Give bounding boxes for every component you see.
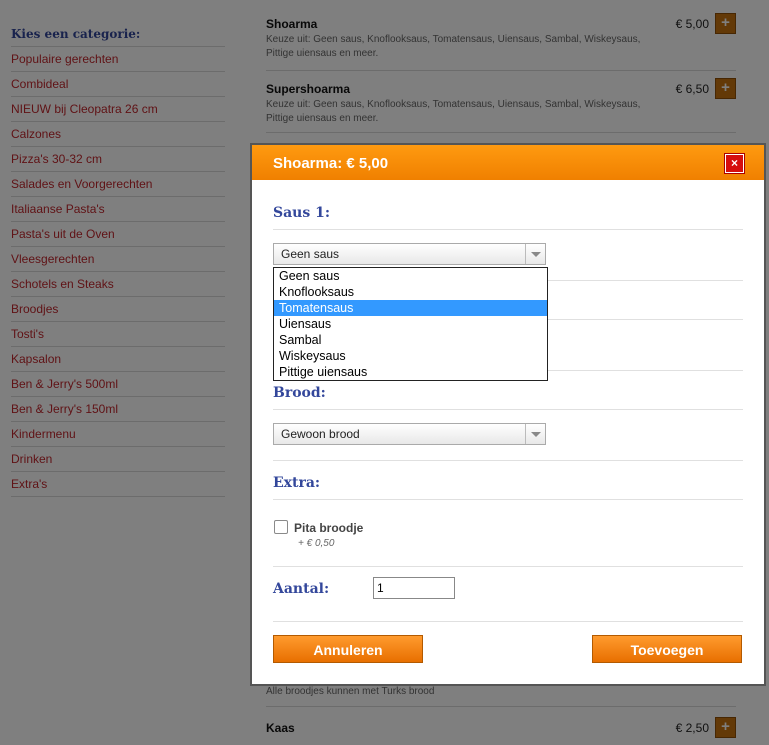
dialog-title: Shoarma: € 5,00	[273, 155, 389, 172]
saus-option[interactable]: Sambal	[274, 332, 547, 348]
saus-option[interactable]: Knoflooksaus	[274, 284, 547, 300]
pita-broodje-price: + € 0,50	[298, 538, 335, 549]
saus-option[interactable]: Geen saus	[274, 268, 547, 284]
saus-option[interactable]: Wiskeysaus	[274, 348, 547, 364]
extra-heading: Extra:	[273, 475, 321, 491]
saus-option[interactable]: Pittige uiensaus	[274, 364, 547, 380]
divider	[273, 460, 743, 461]
quantity-input[interactable]: 1	[373, 577, 455, 599]
saus-heading: Saus 1:	[273, 205, 331, 221]
aantal-heading: Aantal:	[273, 581, 330, 597]
chevron-down-icon	[531, 252, 541, 257]
saus-select[interactable]: Geen saus	[273, 243, 546, 265]
add-to-order-button[interactable]: Toevoegen	[592, 635, 742, 663]
divider	[273, 499, 743, 500]
dialog-header: Shoarma: € 5,00 ×	[252, 145, 764, 180]
product-options-dialog: Shoarma: € 5,00 × Saus 1: Geen saus Geen…	[250, 143, 766, 686]
saus-option-highlighted[interactable]: Tomatensaus	[274, 300, 547, 316]
divider	[273, 621, 743, 622]
brood-select-value: Gewoon brood	[281, 427, 360, 441]
saus-dropdown-list: Geen saus Knoflooksaus Tomatensaus Uiens…	[273, 267, 548, 381]
brood-heading: Brood:	[273, 385, 326, 401]
saus-option[interactable]: Uiensaus	[274, 316, 547, 332]
divider	[273, 409, 743, 410]
pita-broodje-label[interactable]: Pita broodje	[294, 521, 363, 535]
divider	[273, 566, 743, 567]
saus-select-value: Geen saus	[281, 247, 340, 261]
close-icon[interactable]: ×	[724, 153, 745, 174]
brood-select[interactable]: Gewoon brood	[273, 423, 546, 445]
cancel-button[interactable]: Annuleren	[273, 635, 423, 663]
chevron-down-icon	[531, 432, 541, 437]
brood-select-toggle[interactable]	[525, 424, 545, 444]
divider	[273, 229, 743, 230]
pita-broodje-checkbox[interactable]	[274, 520, 288, 534]
saus-select-toggle[interactable]	[525, 244, 545, 264]
